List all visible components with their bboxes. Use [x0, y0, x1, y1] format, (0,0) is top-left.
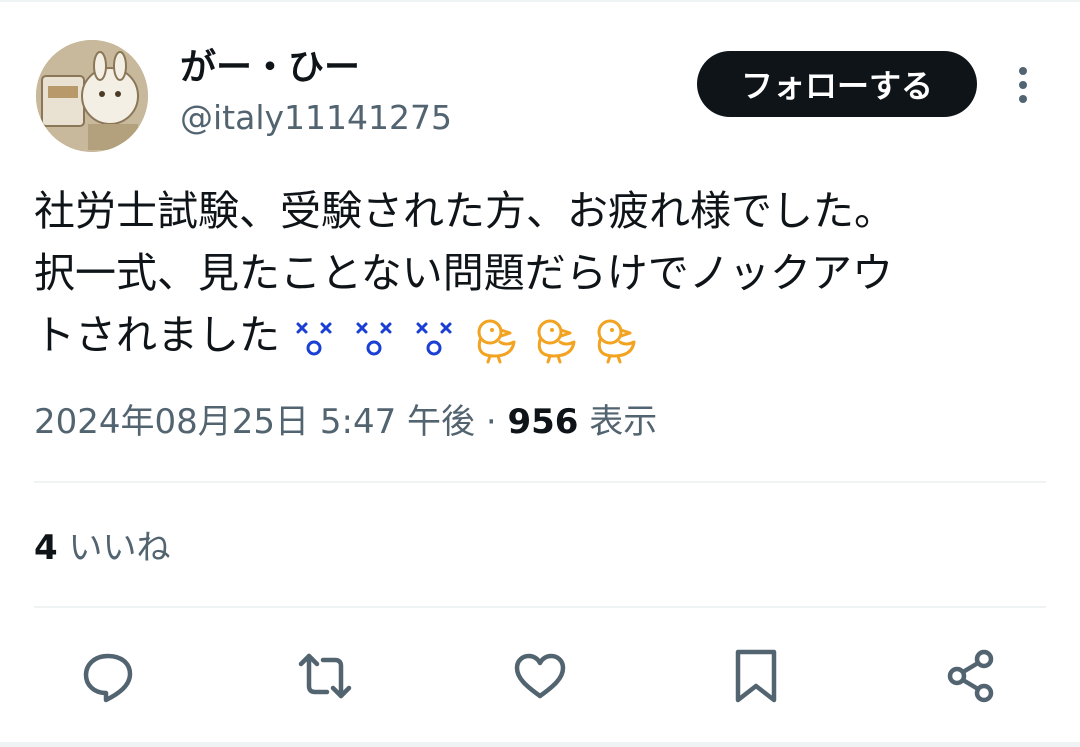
display-name[interactable]: がー・ひー	[180, 46, 360, 90]
top-divider	[0, 0, 1080, 2]
likes-summary[interactable]: 4 いいね	[34, 524, 170, 572]
bookmark-icon[interactable]	[728, 648, 784, 704]
meta-separator: ·	[485, 402, 497, 442]
likes-label: いいね	[68, 528, 171, 568]
tweet-line: トされました	[34, 311, 280, 359]
tweet-line: 択一式、見たことない問題だらけでノックアウ	[34, 249, 893, 297]
views-label: 表示	[589, 402, 658, 442]
tweet-timestamp[interactable]: 2024年08月25日 5:47 午後	[34, 402, 475, 442]
user-handle[interactable]: @italy11141275	[180, 96, 452, 140]
more-vertical-icon[interactable]	[1010, 64, 1036, 106]
baby-chick-emoji	[468, 312, 520, 364]
baby-chick-emoji	[588, 312, 640, 364]
tweet-line-last: トされました	[34, 304, 1044, 366]
views-count: 956	[507, 402, 579, 442]
like-icon[interactable]	[512, 648, 568, 704]
baby-chick-emoji	[528, 312, 580, 364]
share-icon[interactable]	[943, 648, 999, 704]
reply-icon[interactable]	[80, 648, 136, 704]
divider	[34, 481, 1046, 483]
likes-count: 4	[34, 528, 58, 568]
dizzy-face-emoji	[288, 312, 340, 364]
dizzy-face-emoji	[408, 312, 460, 364]
divider	[34, 606, 1046, 608]
user-avatar[interactable]	[36, 40, 148, 152]
tweet-line: 社労士試験、受験された方、お疲れ様でした。	[34, 187, 895, 235]
avatar-image	[36, 40, 148, 152]
emoji-row	[288, 312, 640, 364]
tweet-meta: 2024年08月25日 5:47 午後 · 956 表示	[34, 398, 657, 446]
dizzy-face-emoji	[348, 312, 400, 364]
tweet-text: 社労士試験、受験された方、お疲れ様でした。 択一式、見たことない問題だらけでノッ…	[34, 180, 1044, 366]
bottom-divider	[0, 742, 1080, 747]
retweet-icon[interactable]	[297, 648, 353, 704]
follow-button[interactable]: フォローする	[697, 51, 977, 117]
